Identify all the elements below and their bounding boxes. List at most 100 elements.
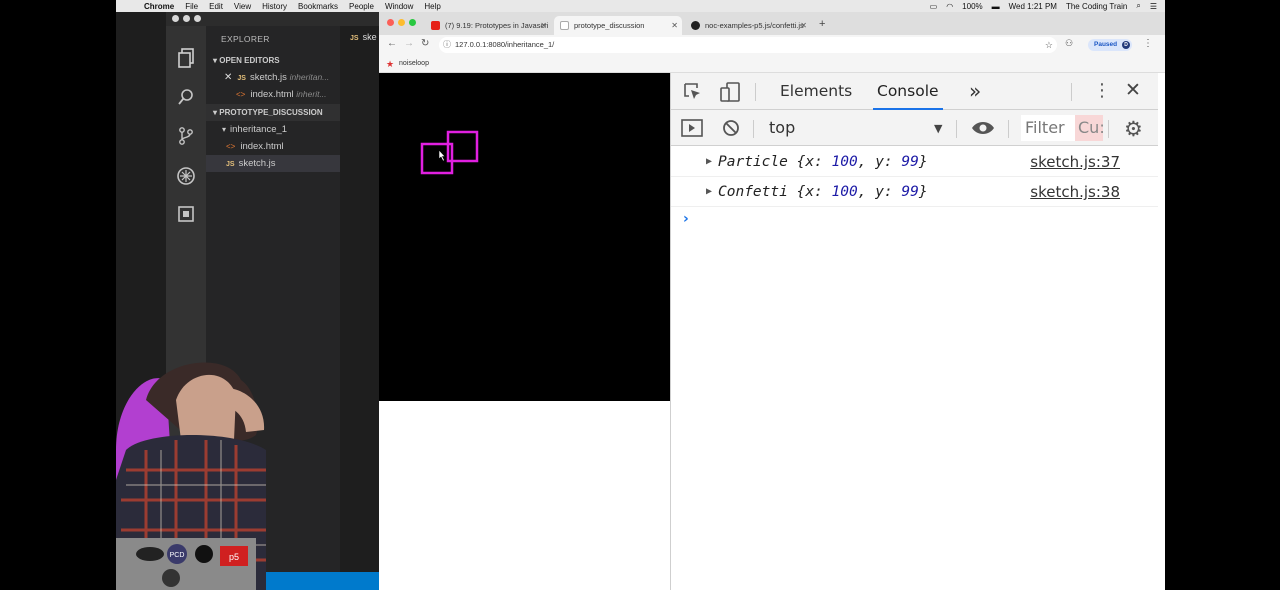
separator bbox=[956, 120, 957, 138]
menu-bookmarks[interactable]: Bookmarks bbox=[298, 2, 338, 11]
source-control-icon[interactable] bbox=[176, 126, 196, 146]
tab-prototype-discussion[interactable]: prototype_discussion ✕ bbox=[554, 16, 682, 35]
console-settings-gear-icon[interactable]: ⚙ bbox=[1124, 117, 1143, 141]
close-icon[interactable]: ✕ bbox=[800, 16, 807, 35]
file-index-html[interactable]: <> index.html bbox=[206, 138, 340, 155]
maximize-window-icon[interactable] bbox=[194, 15, 201, 22]
mac-menubar: Chrome File Edit View History Bookmarks … bbox=[116, 0, 1165, 12]
vscode-titlebar bbox=[166, 12, 379, 26]
search-icon[interactable] bbox=[176, 88, 196, 108]
explorer-title: EXPLORER bbox=[221, 34, 270, 44]
chrome-toolbar: ← → ↻ ⓘ 127.0.0.1:8080/inheritance_1/ ☆ … bbox=[379, 35, 1165, 55]
address-bar[interactable]: ⓘ 127.0.0.1:8080/inheritance_1/ ☆ bbox=[439, 37, 1057, 53]
canvas-drawing bbox=[420, 130, 479, 175]
extensions-icon[interactable] bbox=[176, 205, 196, 225]
spotlight-icon[interactable]: ⌕ bbox=[1136, 1, 1140, 11]
close-devtools-icon[interactable]: ✕ bbox=[1125, 79, 1141, 101]
filter-input[interactable]: Filter bbox=[1021, 115, 1075, 141]
open-editor-sketch-js[interactable]: ✕ JS sketch.js inheritan... bbox=[206, 69, 340, 86]
wifi-icon[interactable]: ◠ bbox=[946, 2, 953, 11]
chrome-tabstrip: (7) 9.19: Prototypes in Javascri ✕ proto… bbox=[379, 12, 1165, 35]
github-icon bbox=[691, 21, 700, 30]
expand-triangle-icon[interactable]: ▶ bbox=[706, 147, 712, 177]
menu-help[interactable]: Help bbox=[424, 2, 440, 11]
desktop-screen: Chrome File Edit View History Bookmarks … bbox=[116, 0, 1165, 590]
menubar-status-area: ▭ ◠ 100% ▬ Wed 1:21 PM The Coding Train … bbox=[930, 1, 1165, 11]
editor-tab-sketch-js[interactable]: JS ske bbox=[340, 26, 379, 48]
bookmark-star-icon[interactable]: ☆ bbox=[1045, 37, 1053, 53]
open-editor-index-html[interactable]: <> index.html inherit... bbox=[206, 86, 340, 103]
context-selector[interactable]: top bbox=[769, 110, 795, 146]
debug-icon[interactable] bbox=[176, 166, 196, 186]
devtools-menu-icon[interactable]: ⋮ bbox=[1093, 80, 1111, 101]
clock[interactable]: Wed 1:21 PM bbox=[1009, 2, 1057, 11]
url-text: 127.0.0.1:8080/inheritance_1/ bbox=[455, 40, 555, 49]
devtools-tabbar: Elements Console » ⋮ ✕ bbox=[671, 73, 1158, 110]
user-name[interactable]: The Coding Train bbox=[1066, 2, 1127, 11]
menu-app-name[interactable]: Chrome bbox=[144, 2, 174, 11]
menu-window[interactable]: Window bbox=[385, 2, 413, 11]
inspect-element-icon[interactable] bbox=[683, 82, 703, 106]
chrome-menu-icon[interactable]: ⋮ bbox=[1143, 38, 1153, 49]
live-expression-eye-icon[interactable] bbox=[971, 120, 995, 140]
bookmark-noiseloop[interactable]: noiseloop bbox=[399, 60, 429, 67]
tab-youtube[interactable]: (7) 9.19: Prototypes in Javascri ✕ bbox=[425, 16, 551, 35]
page-icon bbox=[560, 21, 569, 30]
files-icon[interactable] bbox=[176, 48, 196, 68]
menu-file[interactable]: File bbox=[185, 2, 198, 11]
tab-github-confetti[interactable]: noc-examples-p5.js/confetti.js ✕ bbox=[685, 16, 811, 35]
menu-view[interactable]: View bbox=[234, 2, 251, 11]
info-icon[interactable]: ⓘ bbox=[443, 37, 451, 53]
editor-area: JS ske bbox=[340, 26, 379, 590]
minimize-window-icon[interactable] bbox=[398, 19, 405, 26]
log-object-preview[interactable]: Confetti {x: 100, y: 99} bbox=[718, 177, 928, 207]
folder-inheritance-1[interactable]: ▾ inheritance_1 bbox=[206, 121, 340, 138]
battery-icon[interactable]: ▬ bbox=[992, 2, 1000, 11]
clear-console-icon[interactable] bbox=[722, 119, 740, 141]
console-log-row[interactable]: ▶ Particle {x: 100, y: 99} sketch.js:37 bbox=[671, 147, 1158, 177]
new-tab-button[interactable]: + bbox=[819, 18, 825, 30]
log-object-preview[interactable]: Particle {x: 100, y: 99} bbox=[718, 147, 928, 177]
back-icon[interactable]: ← bbox=[387, 38, 397, 49]
menu-people[interactable]: People bbox=[349, 2, 374, 11]
tab-console[interactable]: Console bbox=[873, 73, 943, 110]
js-file-icon: JS bbox=[237, 75, 246, 82]
maximize-window-icon[interactable] bbox=[409, 19, 416, 26]
airplay-icon[interactable]: ▭ bbox=[930, 2, 938, 11]
device-toolbar-icon[interactable] bbox=[719, 81, 741, 107]
forward-icon[interactable]: → bbox=[404, 38, 414, 49]
dropdown-arrow-icon[interactable]: ▼ bbox=[934, 122, 942, 135]
close-window-icon[interactable] bbox=[172, 15, 179, 22]
minimize-window-icon[interactable] bbox=[183, 15, 190, 22]
close-icon[interactable]: ✕ bbox=[540, 16, 547, 35]
tab-elements[interactable]: Elements bbox=[780, 73, 852, 110]
more-tabs-icon[interactable]: » bbox=[969, 73, 981, 110]
reload-icon[interactable]: ↻ bbox=[421, 38, 429, 49]
html-file-icon: <> bbox=[226, 142, 236, 151]
console-prompt[interactable]: › bbox=[683, 211, 689, 227]
log-source-link[interactable]: sketch.js:37 bbox=[1030, 147, 1120, 177]
close-icon[interactable]: ✕ bbox=[671, 16, 678, 35]
profile-paused-button[interactable]: Paused D bbox=[1088, 39, 1132, 51]
devtools-panel: Elements Console » ⋮ ✕ top ▼ Filter Cu: … bbox=[670, 73, 1158, 590]
p5-canvas[interactable] bbox=[379, 73, 670, 401]
expand-triangle-icon[interactable]: ▶ bbox=[706, 177, 712, 207]
show-drawer-icon[interactable] bbox=[681, 118, 703, 142]
extension-icon[interactable]: ⚇ bbox=[1065, 38, 1073, 49]
menu-edit[interactable]: Edit bbox=[209, 2, 223, 11]
project-header[interactable]: ▾ PROTOTYPE_DISCUSSION bbox=[206, 104, 340, 121]
console-log-row[interactable]: ▶ Confetti {x: 100, y: 99} sketch.js:38 bbox=[671, 177, 1158, 207]
close-icon[interactable]: ✕ bbox=[224, 72, 232, 83]
battery-label[interactable]: 100% bbox=[962, 2, 982, 11]
laptop-stickers-image: PCD p5 bbox=[116, 538, 256, 590]
file-sketch-js[interactable]: JS sketch.js bbox=[206, 155, 340, 172]
log-levels-dropdown[interactable]: Cu: bbox=[1075, 115, 1103, 141]
separator bbox=[755, 83, 756, 101]
close-window-icon[interactable] bbox=[387, 19, 394, 26]
log-source-link[interactable]: sketch.js:38 bbox=[1030, 177, 1120, 207]
notification-center-icon[interactable]: ☰ bbox=[1150, 2, 1157, 11]
menu-history[interactable]: History bbox=[262, 2, 287, 11]
separator bbox=[1108, 120, 1109, 138]
console-toolbar: top ▼ Filter Cu: ⚙ bbox=[671, 110, 1158, 146]
open-editors-header[interactable]: ▾ OPEN EDITORS bbox=[206, 52, 340, 69]
